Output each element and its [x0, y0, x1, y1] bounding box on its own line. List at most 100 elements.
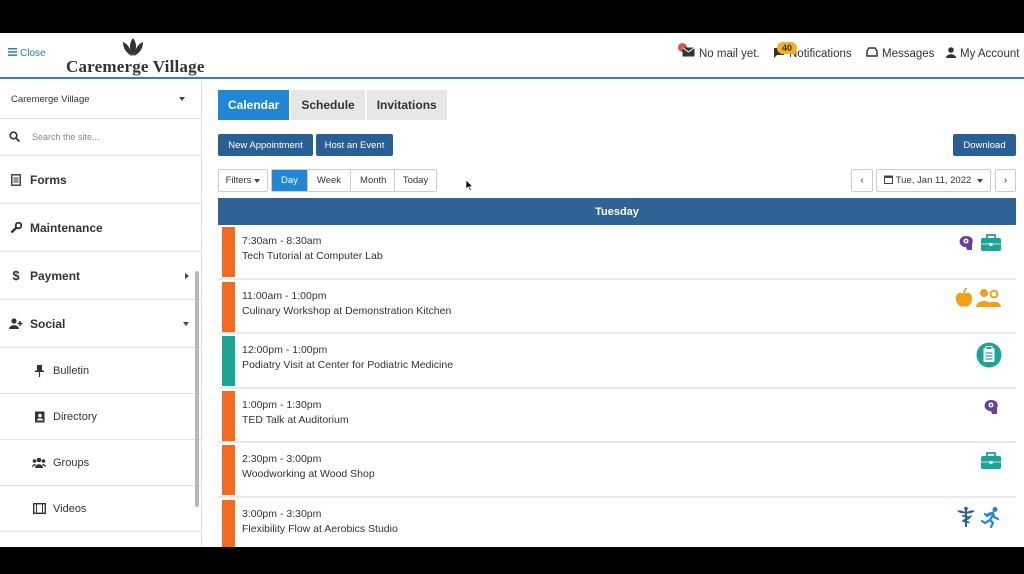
- date-picker-value: Tue, Jan 11, 2022: [895, 175, 972, 186]
- top-header: Close Caremerge Village No mail yet. Not…: [0, 33, 1024, 79]
- event-row[interactable]: 11:00am - 1:00pm Culinary Workshop at Dem…: [218, 279, 1016, 334]
- my-account-link[interactable]: My Account: [946, 47, 1019, 61]
- brain-icon: [982, 397, 1002, 422]
- sidebar-item-forms[interactable]: Forms: [0, 156, 201, 204]
- download-button[interactable]: Download: [953, 134, 1016, 156]
- logo-text: Caremerge Village: [66, 57, 205, 76]
- host-event-button[interactable]: Host an Event: [316, 134, 393, 156]
- event-category-icons: [955, 506, 1002, 533]
- sidebar-item-label: Payment: [30, 268, 81, 283]
- event-title[interactable]: Culinary Workshop at Demonstration Kitch…: [242, 305, 451, 317]
- date-picker[interactable]: Tue, Jan 11, 2022: [876, 169, 991, 192]
- film-icon: [32, 503, 46, 514]
- view-week-button[interactable]: Week: [306, 170, 350, 191]
- sidebar-item-label: Bulletin: [53, 364, 90, 377]
- site-search[interactable]: Search the site...: [0, 119, 201, 156]
- caremerge-logo[interactable]: Caremerge Village: [66, 37, 205, 76]
- tab-calendar[interactable]: Calendar: [218, 90, 290, 120]
- sidebar-item-maintenance[interactable]: Maintenance: [0, 204, 201, 252]
- event-title[interactable]: Woodworking at Wood Shop: [242, 468, 375, 480]
- view-month-button[interactable]: Month: [350, 170, 395, 191]
- sidebar-item-payment[interactable]: $ Payment: [0, 252, 201, 300]
- mouse-cursor-icon: [465, 178, 474, 196]
- sidebar-item-groups[interactable]: Groups: [0, 440, 201, 486]
- view-day-button[interactable]: Day: [272, 170, 307, 191]
- group-icon: [32, 457, 46, 468]
- event-color-bar: [222, 227, 235, 277]
- event-row[interactable]: 2:30pm - 3:00pm Woodworking at Wood Shop: [218, 443, 1016, 498]
- event-category-icons: [980, 451, 1002, 476]
- event-row[interactable]: 7:30am - 8:30am Tech Tutorial at Computer…: [218, 225, 1016, 280]
- event-color-bar: [222, 445, 235, 495]
- address-book-icon: [32, 411, 46, 423]
- apple-icon: [955, 286, 973, 313]
- user-icon: [946, 47, 956, 61]
- wrench-icon: [9, 221, 23, 234]
- caret-down-icon: [977, 178, 984, 183]
- chevron-left-icon: ‹: [860, 175, 864, 186]
- close-menu-button[interactable]: Close: [8, 48, 46, 59]
- brain-icon: [957, 233, 977, 258]
- community-select[interactable]: Caremerge Village: [0, 81, 201, 119]
- sidebar-item-label: Forms: [30, 172, 67, 187]
- tab-schedule[interactable]: Schedule: [291, 90, 365, 120]
- event-category-icons: [957, 233, 1002, 258]
- event-category-icons: [976, 342, 1002, 373]
- notifications-count-badge: 40: [777, 42, 798, 54]
- caret-down-icon: [179, 97, 185, 101]
- clipboard-icon: [976, 342, 1002, 373]
- sidebar-item-label: Maintenance: [30, 220, 103, 235]
- search-icon: [9, 130, 21, 144]
- inbox-icon: [866, 47, 878, 60]
- add-user-icon: [9, 318, 23, 329]
- event-title[interactable]: Flexibility Flow at Aerobics Studio: [242, 523, 398, 535]
- main-tabs: Calendar Schedule Invitations: [218, 90, 447, 120]
- event-time: 7:30am - 8:30am: [242, 235, 322, 247]
- document-icon: [9, 173, 23, 186]
- mail-icon: [682, 47, 695, 60]
- sidebar-item-social[interactable]: Social: [0, 300, 201, 348]
- event-time: 2:30pm - 3:00pm: [242, 453, 322, 465]
- sidebar-item-directory[interactable]: Directory: [0, 394, 201, 440]
- sidebar-item-videos[interactable]: Videos: [0, 486, 201, 532]
- event-color-bar: [222, 281, 235, 332]
- mail-label: No mail yet.: [699, 47, 760, 60]
- briefcase-icon: [980, 451, 1002, 476]
- filters-dropdown[interactable]: Filters: [218, 169, 268, 192]
- event-category-icons: [982, 397, 1002, 422]
- prev-date-button[interactable]: ‹: [851, 169, 873, 192]
- event-time: 1:00pm - 1:30pm: [242, 398, 322, 411]
- running-icon: [980, 506, 1002, 533]
- calendar-icon: [883, 175, 893, 187]
- event-title[interactable]: Podiatry Visit at Center for Podiatric M…: [242, 359, 453, 371]
- event-time: 3:00pm - 3:30pm: [242, 507, 322, 520]
- lotus-icon: [123, 38, 143, 56]
- tab-invitations[interactable]: Invitations: [366, 90, 447, 120]
- mail-link[interactable]: No mail yet.: [682, 47, 760, 60]
- event-row[interactable]: 1:00pm - 1:30pm TED Talk at Auditorium: [218, 388, 1016, 443]
- pin-icon: [32, 364, 46, 377]
- event-list: 7:30am - 8:30am Tech Tutorial at Computer…: [218, 225, 1016, 547]
- event-row[interactable]: 3:00pm - 3:30pm Flexibility Flow at Aerob…: [218, 497, 1016, 547]
- event-time: 12:00pm - 1:00pm: [242, 344, 328, 356]
- sidebar-item-bulletin[interactable]: Bulletin: [0, 348, 201, 394]
- event-title[interactable]: Tech Tutorial at Computer Lab: [242, 250, 383, 262]
- new-appointment-button[interactable]: New Appointment: [218, 134, 313, 156]
- event-color-bar: [222, 499, 235, 547]
- event-category-icons: [955, 286, 1002, 313]
- sidebar-scrollbar[interactable]: [195, 271, 199, 507]
- people-icon: [976, 288, 1002, 313]
- messages-link[interactable]: Messages: [866, 47, 934, 60]
- event-row[interactable]: 12:00pm - 1:00pm Podiatry Visit at Center…: [218, 334, 1016, 389]
- view-switcher: Day Week Month: [271, 169, 397, 192]
- today-button[interactable]: Today: [394, 169, 437, 192]
- chevron-right-icon: [185, 273, 189, 279]
- community-select-value: Caremerge Village: [11, 94, 90, 105]
- briefcase-icon: [980, 233, 1002, 258]
- next-date-button[interactable]: ›: [995, 169, 1016, 192]
- caret-down-icon: [254, 178, 261, 183]
- event-title[interactable]: TED Talk at Auditorium: [242, 414, 349, 426]
- account-label: My Account: [960, 48, 1020, 60]
- app-frame: Close Caremerge Village No mail yet. Not…: [0, 33, 1024, 547]
- day-header: Tuesday: [218, 198, 1016, 225]
